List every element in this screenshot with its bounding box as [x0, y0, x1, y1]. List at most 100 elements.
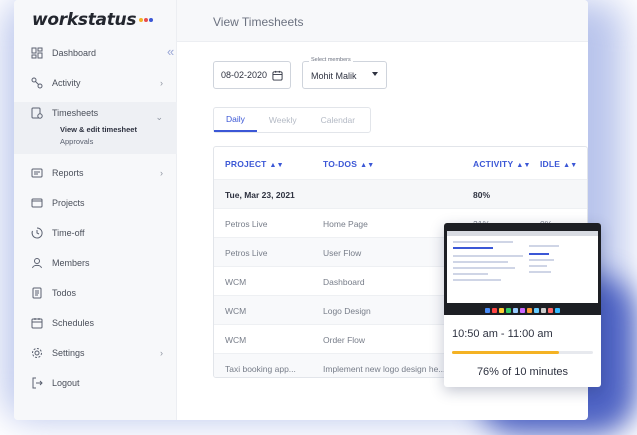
sidebar-item-timesheets[interactable]: Timesheets ⌄	[14, 102, 177, 124]
view-tabs: Daily Weekly Calendar	[213, 107, 371, 133]
column-header-project[interactable]: PROJECT ▲▼	[225, 159, 284, 169]
sidebar-item-label: Activity	[52, 78, 81, 88]
select-members-label: Select members	[309, 57, 353, 63]
timeoff-icon	[31, 227, 43, 239]
sidebar-item-label: Dashboard	[52, 48, 97, 58]
column-header-todos[interactable]: TO-DOS ▲▼	[323, 159, 374, 169]
sidebar-subitem-view-edit-timesheet[interactable]: View & edit timesheet	[14, 124, 177, 136]
sidebar-item-members[interactable]: Members	[14, 248, 177, 278]
sidebar-subitem-approvals[interactable]: Approvals	[14, 136, 177, 148]
screenshot-line	[453, 247, 493, 249]
screenshot-line	[453, 255, 523, 257]
column-header-label: TO-DOS	[323, 159, 358, 169]
date-group-row: Tue, Mar 23, 2021 80%	[214, 179, 587, 208]
projects-icon	[31, 197, 43, 209]
date-picker[interactable]: 08-02-2020	[213, 61, 291, 89]
dock-app-icon	[485, 307, 490, 313]
screenshot-line	[453, 261, 508, 263]
logo-dot	[144, 18, 149, 22]
reports-icon	[31, 167, 43, 179]
calendar-icon[interactable]	[272, 70, 283, 81]
sidebar-item-activity[interactable]: Activity ›	[14, 68, 177, 98]
sidebar-item-todos[interactable]: Todos	[14, 278, 177, 308]
project-cell: WCM	[225, 335, 247, 345]
project-cell: WCM	[225, 306, 247, 316]
dock-app-icon	[534, 307, 539, 313]
screenshot-content	[447, 231, 598, 303]
sidebar-nav: Dashboard Activity › Timesheets ⌄ View &…	[14, 38, 177, 398]
sidebar-item-label: Members	[52, 258, 90, 268]
chevron-down-icon: ⌄	[155, 112, 163, 122]
sidebar-item-reports[interactable]: Reports ›	[14, 158, 177, 188]
screenshot-line	[529, 265, 547, 267]
sidebar-item-settings[interactable]: Settings ›	[14, 338, 177, 368]
members-icon	[31, 257, 43, 269]
logout-icon	[31, 377, 43, 389]
column-header-activity[interactable]: ACTIVITY ▲▼	[473, 159, 531, 169]
sidebar-group-timesheets: Timesheets ⌄ View & edit timesheet Appro…	[14, 102, 177, 154]
chevron-right-icon: ›	[160, 78, 163, 88]
project-cell: Petros Live	[225, 248, 268, 258]
sort-icon: ▲▼	[516, 162, 531, 169]
sidebar-item-label: Schedules	[52, 318, 95, 328]
dock-app-icon	[492, 307, 497, 313]
screenshot-browser-bar	[447, 231, 598, 236]
timesheet-icon	[31, 107, 43, 119]
sidebar-item-logout[interactable]: Logout	[14, 368, 177, 398]
dock-app-icon	[499, 307, 504, 313]
sidebar-item-projects[interactable]: Projects	[14, 188, 177, 218]
todos-icon	[31, 287, 43, 299]
sidebar-item-label: Reports	[52, 168, 84, 178]
tab-daily[interactable]: Daily	[214, 108, 257, 132]
page-title: View Timesheets	[213, 15, 304, 29]
schedules-icon	[31, 317, 43, 329]
activity-progress-bar	[452, 351, 593, 354]
column-header-label: ACTIVITY	[473, 159, 514, 169]
sidebar-item-time-off[interactable]: Time-off	[14, 218, 177, 248]
screenshot-time-range: 10:50 am - 11:00 am	[452, 328, 553, 340]
sidebar-item-dashboard[interactable]: Dashboard	[14, 38, 177, 68]
column-header-idle[interactable]: IDLE ▲▼	[540, 159, 577, 169]
sidebar-item-label: Time-off	[52, 228, 85, 238]
activity-icon	[31, 77, 43, 89]
screenshot-card[interactable]: 10:50 am - 11:00 am 76% of 10 minutes	[444, 223, 601, 387]
tab-calendar[interactable]: Calendar	[309, 108, 368, 132]
project-cell: Taxi booking app...	[225, 364, 296, 374]
dock-app-icon	[520, 307, 525, 313]
column-header-label: IDLE	[540, 159, 561, 169]
screenshot-line	[453, 267, 515, 269]
logo[interactable]: workstatus	[32, 10, 154, 30]
project-cell: WCM	[225, 277, 247, 287]
activity-progress-text: 76% of 10 minutes	[476, 366, 569, 378]
sort-icon: ▲▼	[269, 162, 284, 169]
screenshot-line	[529, 253, 549, 255]
select-members-dropdown[interactable]: Select members Mohit Malik	[302, 57, 387, 89]
dock-app-icon	[527, 307, 532, 313]
column-header-label: PROJECT	[225, 159, 267, 169]
screenshot-line	[453, 241, 513, 243]
logo-dot	[149, 18, 154, 22]
dock-app-icon	[513, 307, 518, 313]
todo-cell: Home Page	[323, 219, 368, 229]
screenshot-line	[529, 245, 559, 247]
sidebar-item-label: Projects	[52, 198, 85, 208]
screenshot-line	[529, 271, 551, 273]
sidebar-item-schedules[interactable]: Schedules	[14, 308, 177, 338]
screenshot-thumbnail[interactable]	[444, 223, 601, 315]
sort-icon: ▲▼	[563, 162, 578, 169]
sidebar-item-label: Todos	[52, 288, 77, 298]
dashboard-icon	[31, 47, 43, 59]
screenshot-dock	[444, 305, 601, 315]
todo-cell: Implement new logo design he...	[323, 364, 446, 374]
dock-app-icon	[541, 307, 546, 313]
sidebar-item-label: Timesheets	[52, 108, 99, 118]
logo-text: workstatus	[32, 10, 137, 30]
logo-dots	[138, 10, 154, 30]
sidebar: workstatus « Dashboard Activity › Timesh…	[14, 0, 177, 420]
chevron-right-icon: ›	[160, 348, 163, 358]
sidebar-item-label: Logout	[52, 378, 80, 388]
dock-app-icon	[555, 307, 560, 313]
select-members-value: Mohit Malik	[311, 71, 357, 81]
tab-weekly[interactable]: Weekly	[257, 108, 309, 132]
logo-dot	[139, 18, 144, 22]
